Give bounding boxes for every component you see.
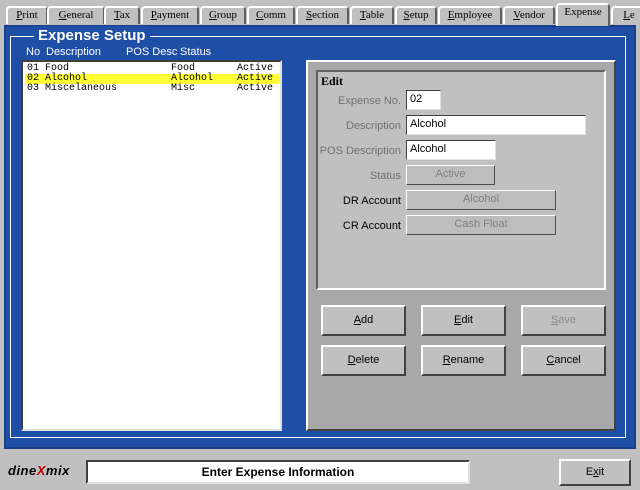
description-field[interactable]: Alcohol [406, 115, 586, 135]
tab-comm[interactable]: Comm [247, 6, 295, 24]
expense-no-label: Expense No. [338, 95, 401, 107]
tab-general[interactable]: General [47, 6, 105, 24]
expense-list[interactable]: 01 Food Food Active 02 Alcohol Alcohol A… [21, 60, 282, 431]
cr-account-selector[interactable]: Cash Float [406, 215, 556, 235]
pos-description-label: POS Description [319, 145, 401, 157]
pos-description-field[interactable]: Alcohol [406, 140, 496, 160]
column-header-status: Status [180, 46, 212, 58]
tab-setup[interactable]: Setup [395, 6, 437, 24]
tab-tax[interactable]: Tax [104, 6, 140, 24]
tab-employee[interactable]: Employee [438, 6, 502, 24]
column-header-no: No [26, 46, 41, 58]
delete-button[interactable]: Delete [321, 345, 406, 376]
tab-table[interactable]: Table [350, 6, 394, 24]
status-message: Enter Expense Information [86, 460, 470, 484]
tab-section[interactable]: Section [296, 6, 349, 24]
tab-le[interactable]: Le [611, 6, 640, 24]
edit-title: Edit [321, 74, 344, 88]
column-header-pos-desc: POS Desc [126, 46, 178, 58]
status-selector[interactable]: Active [406, 165, 495, 185]
cr-account-label: CR Account [342, 220, 401, 232]
tab-group[interactable]: Group [200, 6, 246, 24]
add-button[interactable]: Add [321, 305, 406, 336]
exit-button[interactable]: Exit [559, 459, 631, 486]
tab-bar: Print General Tax Payment Group Comm Sec… [0, 0, 640, 26]
dr-account-selector[interactable]: Alcohol [406, 190, 556, 210]
tab-expense[interactable]: Expense [556, 3, 610, 26]
tab-payment[interactable]: Payment [141, 6, 199, 24]
rename-button[interactable]: Rename [421, 345, 506, 376]
panel-title: Expense Setup [34, 26, 150, 46]
cancel-button[interactable]: Cancel [521, 345, 606, 376]
description-label: Description [345, 120, 401, 132]
tab-print[interactable]: Print [6, 6, 48, 24]
dr-account-label: DR Account [342, 195, 401, 207]
dinexmix-logo: dineXmix [8, 463, 70, 478]
status-label: Status [369, 170, 401, 182]
edit-button[interactable]: Edit [421, 305, 506, 336]
column-header-description: Description [46, 46, 102, 58]
tab-vendor[interactable]: Vendor [503, 6, 555, 24]
expense-no-field[interactable]: 02 [406, 90, 441, 110]
save-button[interactable]: Save [521, 305, 606, 336]
list-item[interactable]: 03 Miscelaneous Misc Active [25, 84, 280, 94]
